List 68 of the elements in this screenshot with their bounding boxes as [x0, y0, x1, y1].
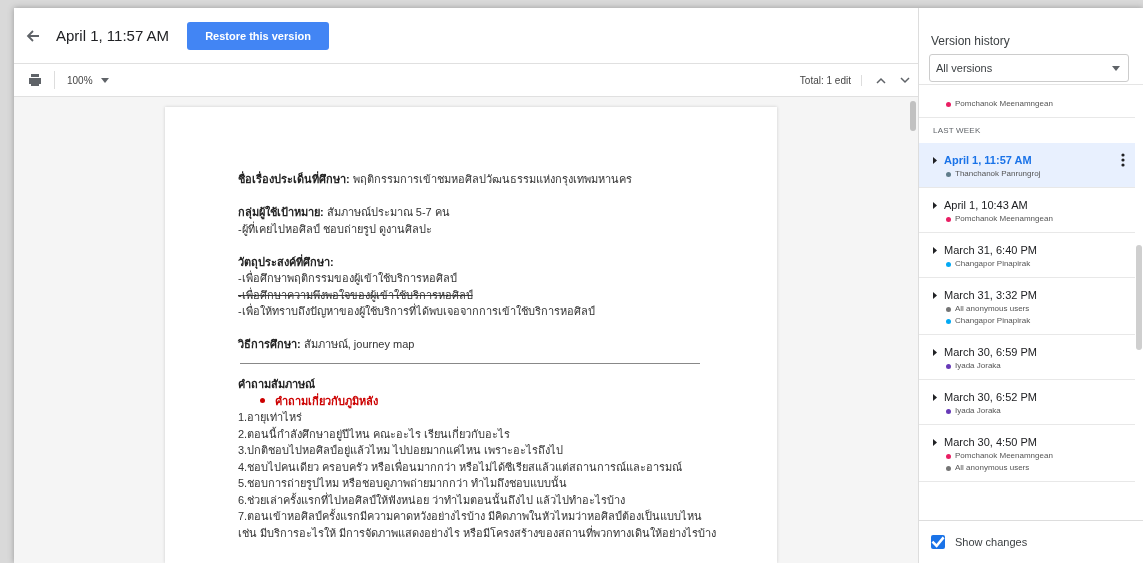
group-label: LAST WEEK [932, 125, 982, 137]
version-item[interactable]: Pomchanok Meenamngean [919, 85, 1135, 118]
chevron-down-icon[interactable] [900, 76, 910, 84]
scrollbar-thumb[interactable] [910, 101, 916, 131]
version-item[interactable]: March 31, 3:32 PM All anonymous users Changapor Pinapirak [919, 278, 1135, 335]
document-line: 4.ชอบไปคนเดียว ครอบครัว หรือเพื่อนมากกว่า หรือไม่ได้ซีเรียสแล้วแต่สถานการณ์และอารมณ์ [238, 458, 684, 475]
version-item[interactable]: April 1, 10:43 AM Pomchanok Meenamngean [919, 188, 1135, 233]
zoom-dropdown[interactable]: 100% [54, 71, 109, 89]
document-heading: คำถามสัมภาษณ์ [238, 377, 316, 392]
checkbox[interactable] [931, 535, 945, 549]
caret-icon [100, 77, 109, 83]
check-icon [931, 536, 945, 548]
user-name: Changapor Pinapirak [955, 315, 1031, 327]
user-name: Pomchanok Meenamngean [955, 450, 1053, 462]
version-item[interactable]: April 1, 11:57 AM Thanchanok Panrungroj [919, 143, 1135, 188]
version-item[interactable]: March 31, 6:40 PM Changapor Pinapirak [919, 233, 1135, 278]
expand-icon[interactable] [933, 438, 937, 446]
chevron-up-icon[interactable] [876, 76, 886, 84]
more-icon[interactable] [1121, 153, 1125, 167]
bullet-icon [260, 398, 265, 404]
document-line: -เพื่อศึกษาพฤติกรรมของผู้เข้าใช้บริการหอศิลป์ [238, 270, 458, 287]
expand-icon[interactable] [933, 348, 937, 356]
caret-icon [1112, 65, 1120, 71]
document-line: -เพื่อให้ทราบถึงปัญหาของผู้ใช้บริการที่ได้พบเจอจากการเข้าใช้บริการหอศิลป์ [238, 303, 596, 320]
user-name: Pomchanok Meenamngean [955, 213, 1053, 225]
document-line: ชื่อเรื่องประเด็นที่ศึกษา: พฤติกรรมการเข้าชมหอศิลปวัฒนธรรมแห่งกรุงเทพมหานคร [238, 171, 633, 188]
document-heading: วัตถุประสงค์ที่ศึกษา: [238, 253, 335, 270]
expand-icon[interactable] [933, 246, 937, 254]
checkbox-label: Show changes [955, 536, 1028, 548]
version-item[interactable]: March 30, 6:59 PM Iyada Joraka [919, 335, 1135, 380]
document-line: กลุ่มผู้ใช้เป้าหมาย: สัมภาษณ์ประมาณ 5-7 คน [238, 204, 451, 221]
document-line: 6.ช่วยเล่าครั้งแรกที่ไปหอศิลป์ให้ฟังหน่อย ว่าทำไมตอนนั้นถึงไป แล้วไปทำอะไรบ้าง [238, 491, 627, 508]
restore-button[interactable]: Restore this version [187, 21, 329, 50]
version-time: April 1, 10:43 AM [944, 199, 1028, 211]
version-item[interactable]: March 30, 6:52 PM Iyada Joraka [919, 380, 1135, 425]
version-time: April 1, 11:57 AM [944, 154, 1032, 166]
user-name: Changapor Pinapirak [955, 258, 1031, 270]
user-name: Pomchanok Meenamngean [955, 98, 1053, 110]
document-line: 3.ปกติชอบไปหอศิลป์อยู่แล้วไหม ไปบ่อยมากแค่ไหน เพราะอะไรถึงไป [238, 443, 565, 459]
version-time: March 31, 3:32 PM [944, 289, 1037, 301]
version-time: March 30, 4:50 PM [944, 436, 1037, 448]
version-title: April 1, 11:57 AM [56, 27, 170, 44]
version-time: March 30, 6:59 PM [944, 346, 1037, 358]
expand-icon[interactable] [933, 291, 937, 299]
version-item[interactable]: March 30, 4:50 PM Pomchanok Meenamngean All anonymous users [919, 425, 1135, 482]
document-line: 5.ชอบการถ่ายรูปไหม หรือชอบดูภาพถ่ายมากกว่า ทำไมถึงชอบแบบนั้น [238, 475, 569, 492]
user-name: Thanchanok Panrungroj [955, 168, 1041, 180]
expand-icon[interactable] [933, 156, 937, 164]
user-name: All anonymous users [955, 303, 1030, 315]
user-name: Iyada Joraka [955, 405, 1001, 417]
document-line: -ผู้ที่เคยไปหอศิลป์ ชอบถ่ายรูป ดูงานศิลปะ [238, 220, 433, 237]
edit-total: Total: 1 edit [799, 74, 862, 86]
panel-title: Version history [930, 33, 1011, 48]
user-name: All anonymous users [955, 462, 1030, 474]
print-icon[interactable] [28, 73, 42, 87]
document-line: 2.ตอนนี้กำลังศึกษาอยู่ปีไหน คณะอะไร เรียนเกี่ยวกับอะไร [238, 425, 512, 442]
scrollbar-thumb[interactable] [1136, 245, 1142, 350]
document-line: วิธีการศึกษา: สัมภาษณ์, journey map [238, 337, 416, 352]
struck-line: -เพื่อศึกษาความพึงพอใจของผู้เข้าใช้บริการหอศิลป์ [238, 286, 474, 303]
expand-icon[interactable] [933, 393, 937, 401]
user-name: Iyada Joraka [955, 360, 1001, 372]
version-time: March 31, 6:40 PM [944, 244, 1037, 256]
version-time: March 30, 6:52 PM [944, 391, 1037, 403]
version-filter-dropdown[interactable]: All versions [929, 54, 1129, 82]
document-line: 1.อายุเท่าไหร่ [238, 410, 304, 426]
document-line: 7.ตอนเข้าหอศิลป์ครั้งแรกมีความคาดหวังอย่างไรบ้าง มีคิดภาพในหัวไหมว่าหอศิลป์ต้องเป็นแบบไหน เช่น มีบริการอะไรให้ มีการจัดภาพแสดงอย่างไร หรือมีโครงสร้างของสถานที่พวกทางเดินให้อย่างไรบ้าง [238, 508, 718, 541]
expand-icon[interactable] [933, 201, 937, 209]
document-subheading: คำถามเกี่ยวกับภูมิหลัง [275, 392, 378, 409]
